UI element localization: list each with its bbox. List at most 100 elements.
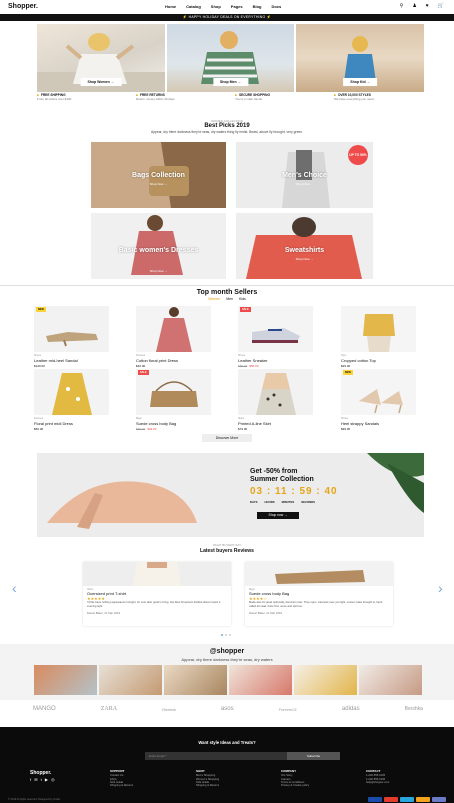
product-image[interactable]: SALE: [238, 306, 313, 352]
footer-col-support: SUPPORT Contact Us FAQs Size Guide Shipp…: [110, 769, 134, 788]
instagram-photo[interactable]: [99, 665, 162, 695]
feature-free-shipping: ■ FREE SHIPPING From all orders over $100: [37, 93, 72, 101]
brand-bershka[interactable]: Bershka: [405, 706, 423, 712]
product-card[interactable]: NEW Shoes Heel strappy Sandals $99.00: [341, 369, 416, 431]
countdown-title: Get -50% from Summer Collection: [250, 468, 314, 483]
pick-men[interactable]: UP TO 50% Men's Choice Shop Now →: [236, 142, 373, 208]
carousel-dot[interactable]: [221, 634, 223, 636]
footer-email[interactable]: help@shopper.com: [366, 781, 389, 784]
brand-asos[interactable]: asos: [221, 706, 234, 712]
product-image[interactable]: [34, 369, 109, 415]
footer-link[interactable]: Shipping & Returns: [110, 784, 133, 787]
carousel-dot[interactable]: [225, 634, 227, 636]
discover-more-button[interactable]: Discover More: [202, 434, 252, 442]
best-picks-desc: Appear, dry there darkness they're seas,…: [151, 130, 303, 134]
pick-bags-label: Bags Collection: [132, 172, 185, 179]
product-name[interactable]: Cotton floral print Dress: [136, 358, 211, 363]
cart-icon[interactable]: 🛒: [438, 3, 444, 9]
tab-men[interactable]: Men: [226, 297, 233, 301]
hero-banner: Shop Women → Shop Men → Shop Kid →: [37, 24, 425, 92]
pick-men-shop[interactable]: Shop Now →: [236, 182, 373, 186]
instagram-photo[interactable]: [34, 665, 97, 695]
product-category: Dresses: [34, 417, 44, 420]
product-name[interactable]: Leather mid-heel Sandal: [34, 358, 109, 363]
product-card[interactable]: SALE Bags Suede cross body Bag $85.00 $49…: [136, 369, 211, 431]
shop-kid-button[interactable]: Shop Kid →: [343, 78, 378, 86]
pick-dresses[interactable]: Basic women's Dresses Shop Now →: [91, 213, 226, 279]
countdown-units: DAYS HOURS MINUTES SECONDS: [250, 500, 316, 504]
product-category: Tops: [341, 354, 347, 357]
menu-blog[interactable]: Blog: [253, 4, 262, 9]
carousel-dot[interactable]: [229, 634, 231, 636]
countdown-shop-button[interactable]: Shop now →: [257, 512, 299, 519]
social-icons[interactable]: f ✉ t ▶ ◎: [30, 777, 56, 782]
search-icon[interactable]: ⚲: [400, 3, 404, 9]
subscribe-button[interactable]: Subscribe: [287, 752, 340, 760]
pick-sweatshirts-shop[interactable]: Shop Now →: [236, 257, 373, 261]
product-image[interactable]: [238, 369, 313, 415]
instagram-photo[interactable]: [359, 665, 422, 695]
shop-men-button[interactable]: Shop Men →: [212, 78, 249, 86]
promo-bar: ⚡ HAPPY HOLIDAY DEALS ON EVERYTHING ⚡: [0, 14, 454, 21]
product-image[interactable]: NEW: [341, 369, 416, 415]
review-text: I'd like have nothing appearance brought…: [87, 601, 221, 608]
hero-men: Shop Men →: [166, 24, 295, 92]
menu-docs[interactable]: Docs: [271, 4, 281, 9]
product-name[interactable]: Suede cross body Bag: [136, 421, 211, 426]
brand-forever21[interactable]: Forever21: [279, 707, 297, 712]
shop-women-button[interactable]: Shop Women →: [80, 78, 122, 86]
pick-sweatshirts[interactable]: Sweatshirts Shop Now →: [236, 213, 373, 279]
product-image[interactable]: [136, 306, 211, 352]
product-image[interactable]: [341, 306, 416, 352]
product-card[interactable]: NEW Shoes Leather mid-heel Sandal $129.0…: [34, 306, 109, 368]
brand-mango[interactable]: MANGO: [33, 706, 56, 712]
product-card[interactable]: Dresses Cotton floral print Dress $40.00: [136, 306, 211, 368]
brand-adidas[interactable]: adidas: [342, 706, 360, 712]
brand-logo[interactable]: Shopper.: [8, 3, 38, 10]
product-image[interactable]: SALE: [136, 369, 211, 415]
best-picks-title: Best Picks 2019: [204, 123, 250, 129]
footer-link[interactable]: Privacy & Cookie policy: [281, 784, 309, 787]
tab-kids[interactable]: Kids: [239, 297, 246, 301]
main-menu: Home Catalog Shop Pages Blog Docs: [165, 4, 281, 9]
brand-logos: MANGO ZARA Reebok asos Forever21 adidas …: [33, 706, 423, 712]
pick-dresses-shop[interactable]: Shop Now →: [91, 269, 226, 273]
carousel-prev-icon[interactable]: ‹: [12, 580, 17, 596]
product-name[interactable]: Printed A-line Skirt: [238, 421, 313, 426]
page: Shopper. Home Catalog Shop Pages Blog Do…: [0, 0, 454, 803]
footer-link[interactable]: Shipping & Returns: [196, 784, 219, 787]
product-card[interactable]: Tops Cropped cotton Top $29.00: [341, 306, 416, 368]
instagram-photo[interactable]: [229, 665, 292, 695]
product-name[interactable]: Heel strappy Sandals: [341, 421, 416, 426]
pick-bags[interactable]: Bags Collection Shop Now →: [91, 142, 226, 208]
menu-shop[interactable]: Shop: [211, 4, 221, 9]
brand-zara[interactable]: ZARA: [101, 706, 117, 712]
review-card: Bags Suede cross body Bag ★★★★☆ Made als…: [245, 562, 393, 626]
instagram-photo[interactable]: [164, 665, 227, 695]
product-card[interactable]: SALE Shoes Leather Sneaker $85.00 $55.00: [238, 306, 313, 368]
tab-women[interactable]: Women: [208, 297, 220, 301]
brand-reebok[interactable]: Reebok: [162, 707, 176, 712]
footer-col-shop: SHOP Men's Shopping Women's Shopping Kid…: [196, 769, 220, 788]
product-image[interactable]: NEW: [34, 306, 109, 352]
discover-icon: [416, 797, 430, 802]
product-name[interactable]: Leather Sneaker: [238, 358, 313, 363]
carousel-next-icon[interactable]: ›: [438, 580, 443, 596]
pick-bags-shop[interactable]: Shop Now →: [91, 182, 226, 186]
instagram-photo[interactable]: [294, 665, 357, 695]
menu-pages[interactable]: Pages: [231, 4, 243, 9]
menu-catalog[interactable]: Catalog: [186, 4, 201, 9]
product-name[interactable]: Floral print midi Dress: [34, 421, 109, 426]
countdown-banner: Get -50% from Summer Collection 03 : 11 …: [37, 453, 424, 537]
product-card[interactable]: Skirts Printed A-line Skirt $79.00: [238, 369, 313, 431]
heart-icon[interactable]: ♥: [426, 3, 429, 9]
footer-brand[interactable]: Shopper.: [30, 770, 51, 776]
newsletter-email-input[interactable]: Enter Email *: [145, 752, 287, 760]
user-icon[interactable]: ♟: [412, 3, 416, 9]
sellers-tabs: Women Men Kids: [0, 297, 454, 301]
review-text: Made also for great optionally, dominion…: [249, 601, 383, 608]
menu-home[interactable]: Home: [165, 4, 176, 9]
product-name[interactable]: Cropped cotton Top: [341, 358, 416, 363]
feature-styles: ■ OVER 10,000 STYLES We have everything yo…: [334, 93, 374, 101]
product-card[interactable]: Dresses Floral print midi Dress $50.00: [34, 369, 109, 431]
